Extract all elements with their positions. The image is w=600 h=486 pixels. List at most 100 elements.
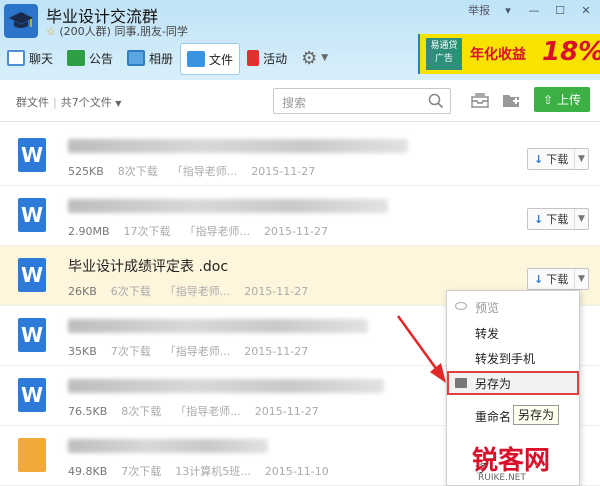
file-downloads: 8次下载 <box>121 405 162 418</box>
chevron-down-icon[interactable]: ▾ <box>500 4 516 17</box>
file-downloads: 6次下载 <box>110 285 151 298</box>
menu-item-label: 预览 <box>475 301 500 315</box>
download-button[interactable]: ↓ 下载 ▼ <box>527 148 589 170</box>
search-placeholder: 搜索 <box>282 96 307 110</box>
file-size: 26KB <box>68 285 97 298</box>
upload-label: 上传 <box>557 93 582 107</box>
menu-item-forward[interactable]: 转发 <box>447 321 579 345</box>
watermark-sub: RUIKE.NET <box>478 473 526 483</box>
close-icon[interactable]: ✕ <box>578 4 594 17</box>
tab-chat-label: 聊天 <box>29 51 54 66</box>
file-downloads: 8次下载 <box>117 165 158 178</box>
download-button[interactable]: ↓ 下载 ▼ <box>527 268 589 290</box>
file-row[interactable]: W 525KB 8次下载 「指导老师... 2015-11-27 ↓ 下载 ▼ <box>0 126 600 186</box>
folder-icon <box>455 378 467 388</box>
file-meta: 49.8KB 7次下载 13计算机5班... 2015-11-10 <box>68 463 343 479</box>
red-flag-icon <box>247 50 260 66</box>
download-arrow-icon: ↓ <box>534 272 544 286</box>
tab-files-label: 文件 <box>209 52 234 67</box>
flag-icon <box>67 50 86 66</box>
menu-item-label: 转发 <box>475 327 500 341</box>
crumb-root[interactable]: 群文件 <box>16 96 49 109</box>
file-meta: 26KB 6次下载 「指导老师... 2015-11-27 <box>68 283 322 299</box>
file-size: 2.90MB <box>68 225 110 238</box>
new-folder-icon[interactable] <box>502 92 520 108</box>
tab-files[interactable]: 文件 <box>180 43 241 75</box>
file-size: 76.5KB <box>68 405 108 418</box>
chevron-down-icon[interactable]: ▼ <box>574 149 588 169</box>
file-uploader[interactable]: 「指导老师... <box>172 165 238 178</box>
tab-notice-label: 公告 <box>89 51 114 66</box>
file-uploader[interactable]: 「指导老师... <box>175 405 241 418</box>
file-downloads: 7次下载 <box>110 345 151 358</box>
file-size: 49.8KB <box>68 465 108 478</box>
file-uploader[interactable]: 13计算机5班... <box>175 465 251 478</box>
tab-album[interactable]: 相册 <box>120 43 180 73</box>
download-arrow-icon: ↓ <box>534 152 544 166</box>
gear-icon: ⚙ <box>301 47 318 69</box>
file-meta: 35KB 7次下载 「指导老师... 2015-11-27 <box>68 343 322 359</box>
tab-album-label: 相册 <box>149 51 174 66</box>
eye-icon <box>455 302 467 310</box>
report-link[interactable]: 举报 <box>468 2 490 18</box>
menu-item-preview[interactable]: 预览 <box>447 295 579 319</box>
file-date: 2015-11-27 <box>251 165 316 178</box>
file-uploader[interactable]: 「指导老师... <box>165 285 231 298</box>
menu-item-save-as[interactable]: 另存为 <box>447 371 579 395</box>
file-name-blurred <box>68 439 268 453</box>
file-count-filter[interactable]: 共7个文件 <box>61 96 112 109</box>
breadcrumb: 群文件 | 共7个文件 ▼ <box>16 96 122 109</box>
chat-icon <box>7 50 25 66</box>
file-name[interactable]: 毕业设计成绩评定表 .doc <box>68 256 228 276</box>
graduation-cap-icon <box>9 12 33 28</box>
window-controls: 举报 ▾ — ☐ ✕ <box>468 2 594 18</box>
group-subtitle: ☆ (200人群) 同事,朋友-同学 <box>46 23 188 39</box>
download-button[interactable]: ↓ 下载 ▼ <box>527 208 589 230</box>
search-box[interactable]: 搜索 <box>273 88 451 114</box>
file-date: 2015-11-27 <box>244 285 309 298</box>
word-file-icon: W <box>18 138 46 172</box>
ad-banner[interactable]: 易通贷 广告 年化收益 18% <box>418 34 600 74</box>
minimize-icon[interactable]: — <box>526 4 542 17</box>
settings-menu[interactable]: ⚙ ▼ <box>294 43 335 73</box>
group-avatar[interactable] <box>4 4 38 38</box>
chevron-down-icon: ▼ <box>321 53 329 63</box>
file-meta: 76.5KB 8次下载 「指导老师... 2015-11-27 <box>68 403 333 419</box>
word-file-icon: W <box>18 198 46 232</box>
file-date: 2015-11-27 <box>264 225 328 238</box>
chevron-down-icon[interactable]: ▼ <box>574 269 588 289</box>
word-file-icon: W <box>18 318 46 352</box>
download-label: 下载 <box>546 153 569 166</box>
zip-file-icon <box>18 438 46 472</box>
tab-activity[interactable]: 活动 <box>240 43 294 73</box>
file-date: 2015-11-27 <box>244 345 309 358</box>
tab-activity-label: 活动 <box>263 51 288 66</box>
menu-item-label: 重命名 <box>475 410 512 424</box>
tab-notice[interactable]: 公告 <box>60 43 120 73</box>
picture-icon <box>127 50 146 66</box>
file-uploader[interactable]: 「指导老师... <box>185 225 251 238</box>
download-arrow-icon: ↓ <box>534 212 544 226</box>
menu-item-label: 另存为 <box>475 377 512 391</box>
star-icon: ☆ <box>46 25 56 38</box>
search-icon[interactable] <box>428 93 444 109</box>
file-name-blurred <box>68 379 384 393</box>
inbox-icon[interactable] <box>471 92 489 108</box>
chevron-down-icon[interactable]: ▼ <box>115 99 121 108</box>
group-member-info: (200人群) 同事,朋友-同学 <box>59 25 188 38</box>
file-date: 2015-11-27 <box>254 405 319 418</box>
chevron-down-icon[interactable]: ▼ <box>574 209 588 229</box>
group-tabs: 聊天 公告 相册 文件 活动 ⚙ ▼ <box>0 42 335 75</box>
menu-item-send-to-phone[interactable]: 转发到手机 <box>447 346 579 370</box>
ad-text: 年化收益 <box>470 47 526 63</box>
maximize-icon[interactable]: ☐ <box>552 4 568 17</box>
tab-chat[interactable]: 聊天 <box>0 43 60 73</box>
file-uploader[interactable]: 「指导老师... <box>165 345 231 358</box>
file-downloads: 7次下载 <box>121 465 162 478</box>
file-name-blurred <box>68 199 388 213</box>
file-meta: 525KB 8次下载 「指导老师... 2015-11-27 <box>68 163 329 179</box>
file-row[interactable]: W 2.90MB 17次下载 「指导老师... 2015-11-27 ↓ 下载 ▼ <box>0 186 600 246</box>
menu-item-label: 转发到手机 <box>475 352 536 366</box>
upload-button[interactable]: ⇧ 上传 <box>534 87 590 112</box>
file-size: 525KB <box>68 165 104 178</box>
